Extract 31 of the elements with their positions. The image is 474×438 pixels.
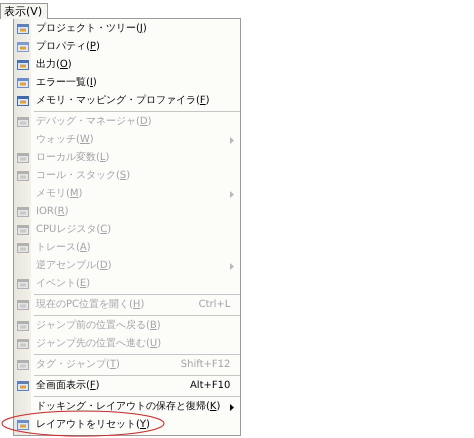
- submenu-arrow-icon: [230, 190, 234, 198]
- menu-item[interactable]: プロジェクト・ツリー(J): [14, 20, 240, 38]
- window-icon: [16, 95, 28, 107]
- window-icon: [16, 224, 28, 236]
- menu-item[interactable]: プロパティ(P): [14, 38, 240, 56]
- window-icon: [16, 299, 28, 311]
- window-icon: [16, 170, 28, 182]
- menu-item[interactable]: ドッキング・レイアウトの保存と復帰(K): [14, 398, 240, 416]
- submenu-arrow-icon: [230, 404, 234, 410]
- submenu-arrow-icon: [230, 262, 234, 270]
- menu-item[interactable]: 出力(O): [14, 56, 240, 74]
- window-icon: [16, 419, 28, 431]
- window-icon: [16, 278, 28, 290]
- window-icon: [16, 320, 28, 332]
- window-icon: [16, 338, 28, 350]
- window-icon: [16, 116, 28, 128]
- menu-item[interactable]: メモリ・マッピング・プロファイラ(F): [14, 92, 240, 110]
- menu-item[interactable]: 全画面表示(F) Alt+F10: [14, 377, 240, 395]
- window-icon: [16, 41, 28, 53]
- window-icon: [16, 206, 28, 218]
- menu-item[interactable]: レイアウトをリセット(Y): [14, 416, 240, 434]
- window-icon: [16, 23, 28, 35]
- menu-item[interactable]: エラー一覧(I): [14, 74, 240, 92]
- window-icon: [16, 152, 28, 164]
- menu-title[interactable]: 表示(V): [0, 3, 48, 19]
- window-icon: [16, 242, 28, 254]
- window-icon: [16, 59, 28, 71]
- window-icon: [16, 77, 28, 89]
- window-icon: [16, 359, 28, 371]
- window-icon: [16, 380, 28, 392]
- submenu-arrow-icon: [230, 136, 234, 144]
